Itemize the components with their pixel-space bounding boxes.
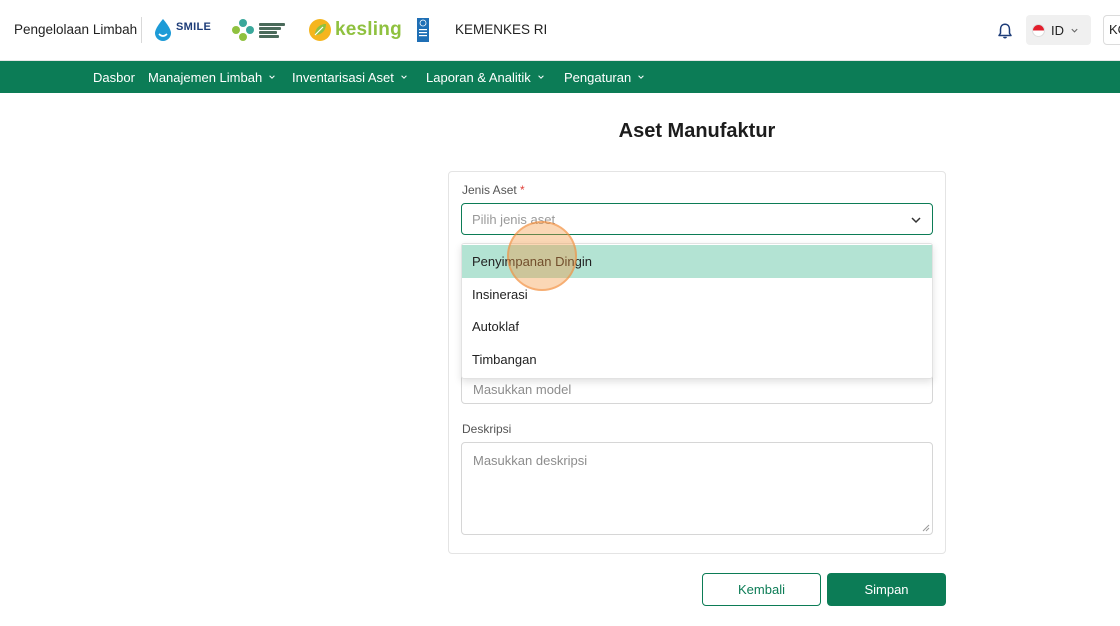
kemenkes-logo-text [259, 22, 285, 38]
asset-type-placeholder: Pilih jenis aset [472, 212, 556, 227]
asset-type-label: Jenis Aset * [462, 183, 525, 197]
nav-item-laporan-analitik[interactable]: Laporan & Analitik [426, 61, 545, 93]
description-label: Deskripsi [462, 422, 512, 436]
smile-logo-subtext [176, 33, 211, 38]
chevron-down-icon [538, 75, 544, 79]
kemenkes-logo [231, 17, 285, 43]
top-header: Pengelolaan Limbah SMILE kesling KEMENKE… [0, 0, 1120, 61]
asset-type-select[interactable]: Pilih jenis aset [461, 203, 933, 235]
indonesia-flag-icon [1032, 23, 1045, 37]
chevron-down-icon [638, 75, 645, 79]
smile-logo: SMILE [153, 17, 211, 43]
nav-item-label: Pengaturan [564, 69, 632, 85]
required-mark: * [520, 183, 525, 197]
org-label: KEMENKES RI [455, 22, 548, 37]
chevron-down-icon [911, 217, 921, 224]
option-penyimpanan-dingin[interactable]: Penyimpanan Dingin [462, 245, 932, 278]
nav-item-manajemen-limbah[interactable]: Manajemen Limbah [148, 61, 276, 93]
nav-item-label: Dasbor [93, 69, 135, 85]
kesling-logo: kesling [308, 16, 402, 44]
nav-item-label: Laporan & Analitik [426, 69, 531, 85]
main-navbar: Dasbor Manajemen Limbah Inventarisasi As… [0, 61, 1120, 93]
chevron-down-icon [1071, 28, 1078, 33]
asset-type-dropdown: Penyimpanan Dingin Insinerasi Autoklaf T… [461, 243, 933, 379]
smile-logo-word: SMILE [176, 21, 212, 33]
description-textarea[interactable]: Masukkan deskripsi [461, 442, 933, 535]
nav-item-inventarisasi-aset[interactable]: Inventarisasi Aset [292, 61, 408, 93]
save-button[interactable]: Simpan [827, 573, 946, 606]
language-code: ID [1051, 22, 1064, 38]
option-timbangan[interactable]: Timbangan [462, 343, 932, 376]
back-button[interactable]: Kembali [702, 573, 821, 606]
kesling-logo-word: kesling [335, 19, 402, 40]
nav-item-label: Manajemen Limbah [148, 69, 263, 85]
language-selector[interactable]: ID [1026, 15, 1091, 45]
chevron-down-icon [401, 75, 407, 79]
page-title: Aset Manufaktur [618, 120, 776, 142]
nav-item-pengaturan[interactable]: Pengaturan [564, 61, 645, 93]
nav-item-dasbor[interactable]: Dasbor [93, 61, 135, 93]
option-autoklaf[interactable]: Autoklaf [462, 310, 932, 343]
bell-icon[interactable] [996, 22, 1014, 40]
water-drop-icon [155, 19, 171, 41]
description-placeholder: Masukkan deskripsi [473, 453, 588, 468]
asset-type-label-text: Jenis Aset [462, 183, 517, 197]
option-insinerasi[interactable]: Insinerasi [462, 278, 932, 311]
kemenkes-logo-icon [232, 19, 254, 41]
model-input-placeholder: Masukkan model [473, 382, 572, 397]
leaf-icon [309, 19, 331, 41]
app-title[interactable]: Pengelolaan Limbah [14, 22, 137, 37]
header-divider [141, 17, 142, 43]
undp-logo-icon [417, 18, 429, 42]
nav-item-label: Inventarisasi Aset [292, 69, 394, 85]
chevron-down-icon [269, 75, 275, 79]
user-menu-button[interactable]: KO [1103, 15, 1120, 45]
resize-handle-icon[interactable] [922, 524, 930, 532]
